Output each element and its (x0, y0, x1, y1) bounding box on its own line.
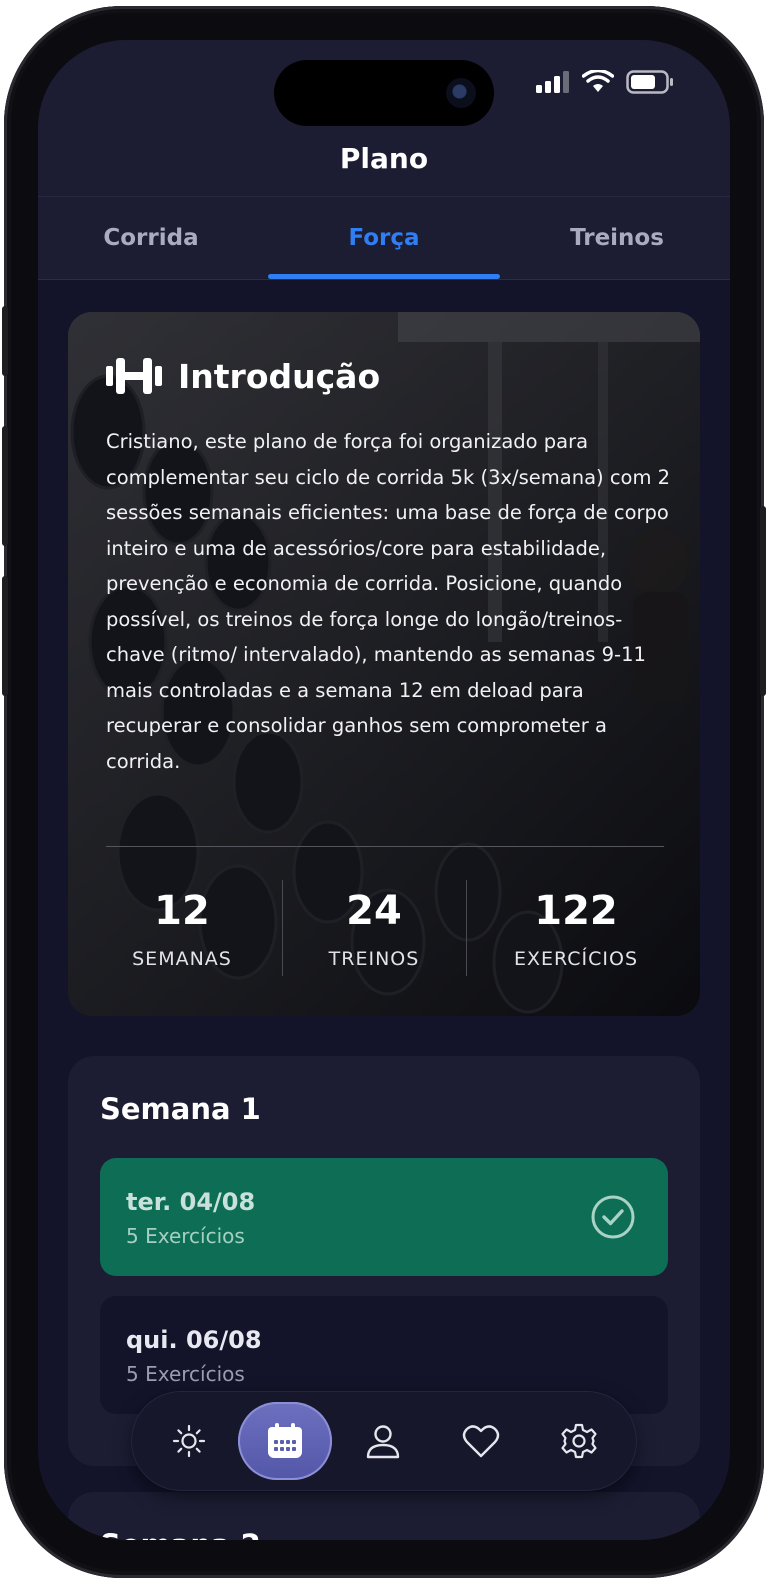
intro-heading: Introdução (178, 356, 381, 396)
wifi-icon (582, 70, 614, 92)
stat-value: 12 (154, 888, 210, 934)
action-button (2, 306, 8, 376)
gear-icon (561, 1423, 597, 1459)
divider (466, 880, 467, 976)
power-button (760, 506, 766, 696)
session-item[interactable]: ter. 04/08 5 Exercícios (100, 1158, 668, 1276)
volume-up-button (2, 426, 8, 546)
stat-value: 24 (346, 888, 402, 934)
calendar-icon (268, 1423, 302, 1458)
divider (38, 279, 730, 280)
stat-exercises: 122 EXERCÍCIOS (486, 886, 666, 970)
stat-value: 122 (534, 888, 618, 934)
intro-card: Introdução Cristiano, este plano de forç… (68, 312, 700, 1016)
page-title: Plano (339, 142, 429, 175)
session-exercise-count: 5 Exercícios (126, 1362, 245, 1386)
bottom-navigation (132, 1392, 636, 1490)
intro-header: Introdução (106, 356, 380, 396)
stat-label: TREINOS (328, 948, 420, 970)
screen: Plano Corrida Força Treinos Introdução C… (38, 40, 730, 1540)
session-exercise-count: 5 Exercícios (126, 1224, 245, 1248)
divider (106, 846, 664, 847)
battery-icon (626, 70, 673, 94)
session-date: ter. 04/08 (126, 1188, 256, 1216)
week-title: Semana 2 (100, 1528, 261, 1540)
tab-bar: Corrida Força Treinos (38, 196, 730, 280)
week-card: Semana 2 (68, 1492, 700, 1540)
heart-icon (462, 1425, 500, 1458)
status-bar (536, 70, 674, 94)
sun-icon (172, 1424, 206, 1458)
stat-weeks: 12 SEMANAS (92, 886, 272, 970)
dynamic-island (274, 60, 494, 126)
dumbbell-icon (106, 358, 162, 394)
stat-label: EXERCÍCIOS (513, 948, 639, 970)
phone-frame: Plano Corrida Força Treinos Introdução C… (2, 6, 766, 1578)
divider (282, 880, 283, 976)
check-circle-icon (591, 1195, 635, 1239)
nav-item-plan[interactable] (250, 1392, 320, 1490)
tab-corrida[interactable]: Corrida (38, 196, 264, 280)
nav-item-health[interactable] (446, 1392, 516, 1490)
tab-treinos[interactable]: Treinos (504, 196, 730, 280)
camera-icon (446, 78, 476, 108)
nav-item-dashboard[interactable] (154, 1392, 224, 1490)
stat-label: SEMANAS (132, 948, 232, 970)
session-date: qui. 06/08 (126, 1326, 262, 1354)
user-icon (366, 1425, 400, 1459)
tab-forca[interactable]: Força (268, 196, 500, 280)
intro-description: Cristiano, este plano de força foi organ… (106, 430, 671, 773)
week-title: Semana 1 (100, 1092, 261, 1126)
stat-workouts: 24 TREINOS (284, 886, 464, 970)
nav-item-settings[interactable] (544, 1392, 614, 1490)
nav-item-profile[interactable] (348, 1392, 418, 1490)
signal-icon (536, 71, 569, 93)
volume-down-button (2, 576, 8, 696)
